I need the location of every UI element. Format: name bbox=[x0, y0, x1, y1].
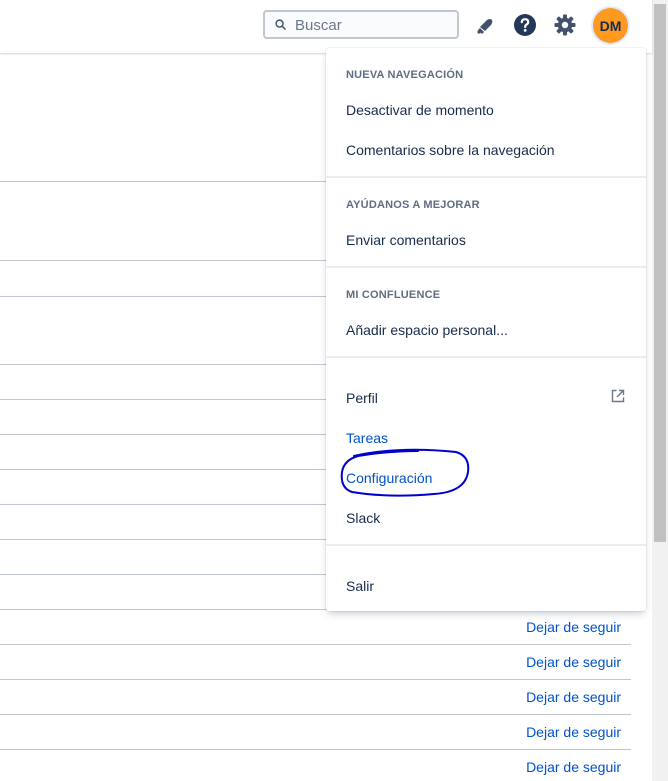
row-divider bbox=[0, 714, 631, 715]
avatar[interactable]: DM bbox=[593, 8, 628, 43]
help-icon[interactable] bbox=[513, 13, 537, 37]
settings-icon[interactable] bbox=[553, 13, 577, 37]
menu-separator bbox=[326, 356, 646, 358]
menu-separator bbox=[326, 176, 646, 178]
row-divider bbox=[0, 644, 631, 645]
row-divider bbox=[0, 679, 631, 680]
external-link-icon bbox=[611, 389, 625, 403]
menu-item-logout[interactable]: Salir bbox=[346, 578, 374, 594]
menu-item-slack[interactable]: Slack bbox=[346, 510, 380, 526]
menu-item-profile[interactable]: Perfil bbox=[346, 390, 378, 406]
notifications-icon[interactable] bbox=[473, 13, 497, 37]
menu-heading-new-navigation: NUEVA NAVEGACIÓN bbox=[346, 69, 464, 81]
menu-item-settings[interactable]: Configuración bbox=[346, 470, 432, 486]
search-icon bbox=[275, 19, 286, 30]
unfollow-link[interactable]: Dejar de seguir bbox=[526, 654, 621, 670]
search-input[interactable] bbox=[293, 14, 457, 37]
unfollow-link[interactable]: Dejar de seguir bbox=[526, 689, 621, 705]
search-box[interactable] bbox=[263, 10, 459, 39]
menu-item-disable-for-now[interactable]: Desactivar de momento bbox=[346, 102, 494, 118]
scrollbar-thumb[interactable] bbox=[654, 4, 666, 542]
top-navigation-bar: DM bbox=[0, 0, 652, 53]
unfollow-link[interactable]: Dejar de seguir bbox=[526, 619, 621, 635]
unfollow-link[interactable]: Dejar de seguir bbox=[526, 759, 621, 775]
menu-heading-my-confluence: MI CONFLUENCE bbox=[346, 289, 441, 301]
menu-heading-help-us-improve: AYÚDANOS A MEJORAR bbox=[346, 199, 480, 211]
menu-separator bbox=[326, 544, 646, 546]
menu-item-send-feedback[interactable]: Enviar comentarios bbox=[346, 232, 466, 248]
menu-separator bbox=[326, 266, 646, 268]
menu-item-navigation-feedback[interactable]: Comentarios sobre la navegación bbox=[346, 142, 555, 158]
menu-item-tasks[interactable]: Tareas bbox=[346, 430, 388, 446]
profile-dropdown-menu: NUEVA NAVEGACIÓN Desactivar de momento C… bbox=[326, 48, 646, 611]
menu-item-add-personal-space[interactable]: Añadir espacio personal... bbox=[346, 322, 508, 338]
unfollow-link[interactable]: Dejar de seguir bbox=[526, 724, 621, 740]
row-divider bbox=[0, 749, 631, 750]
